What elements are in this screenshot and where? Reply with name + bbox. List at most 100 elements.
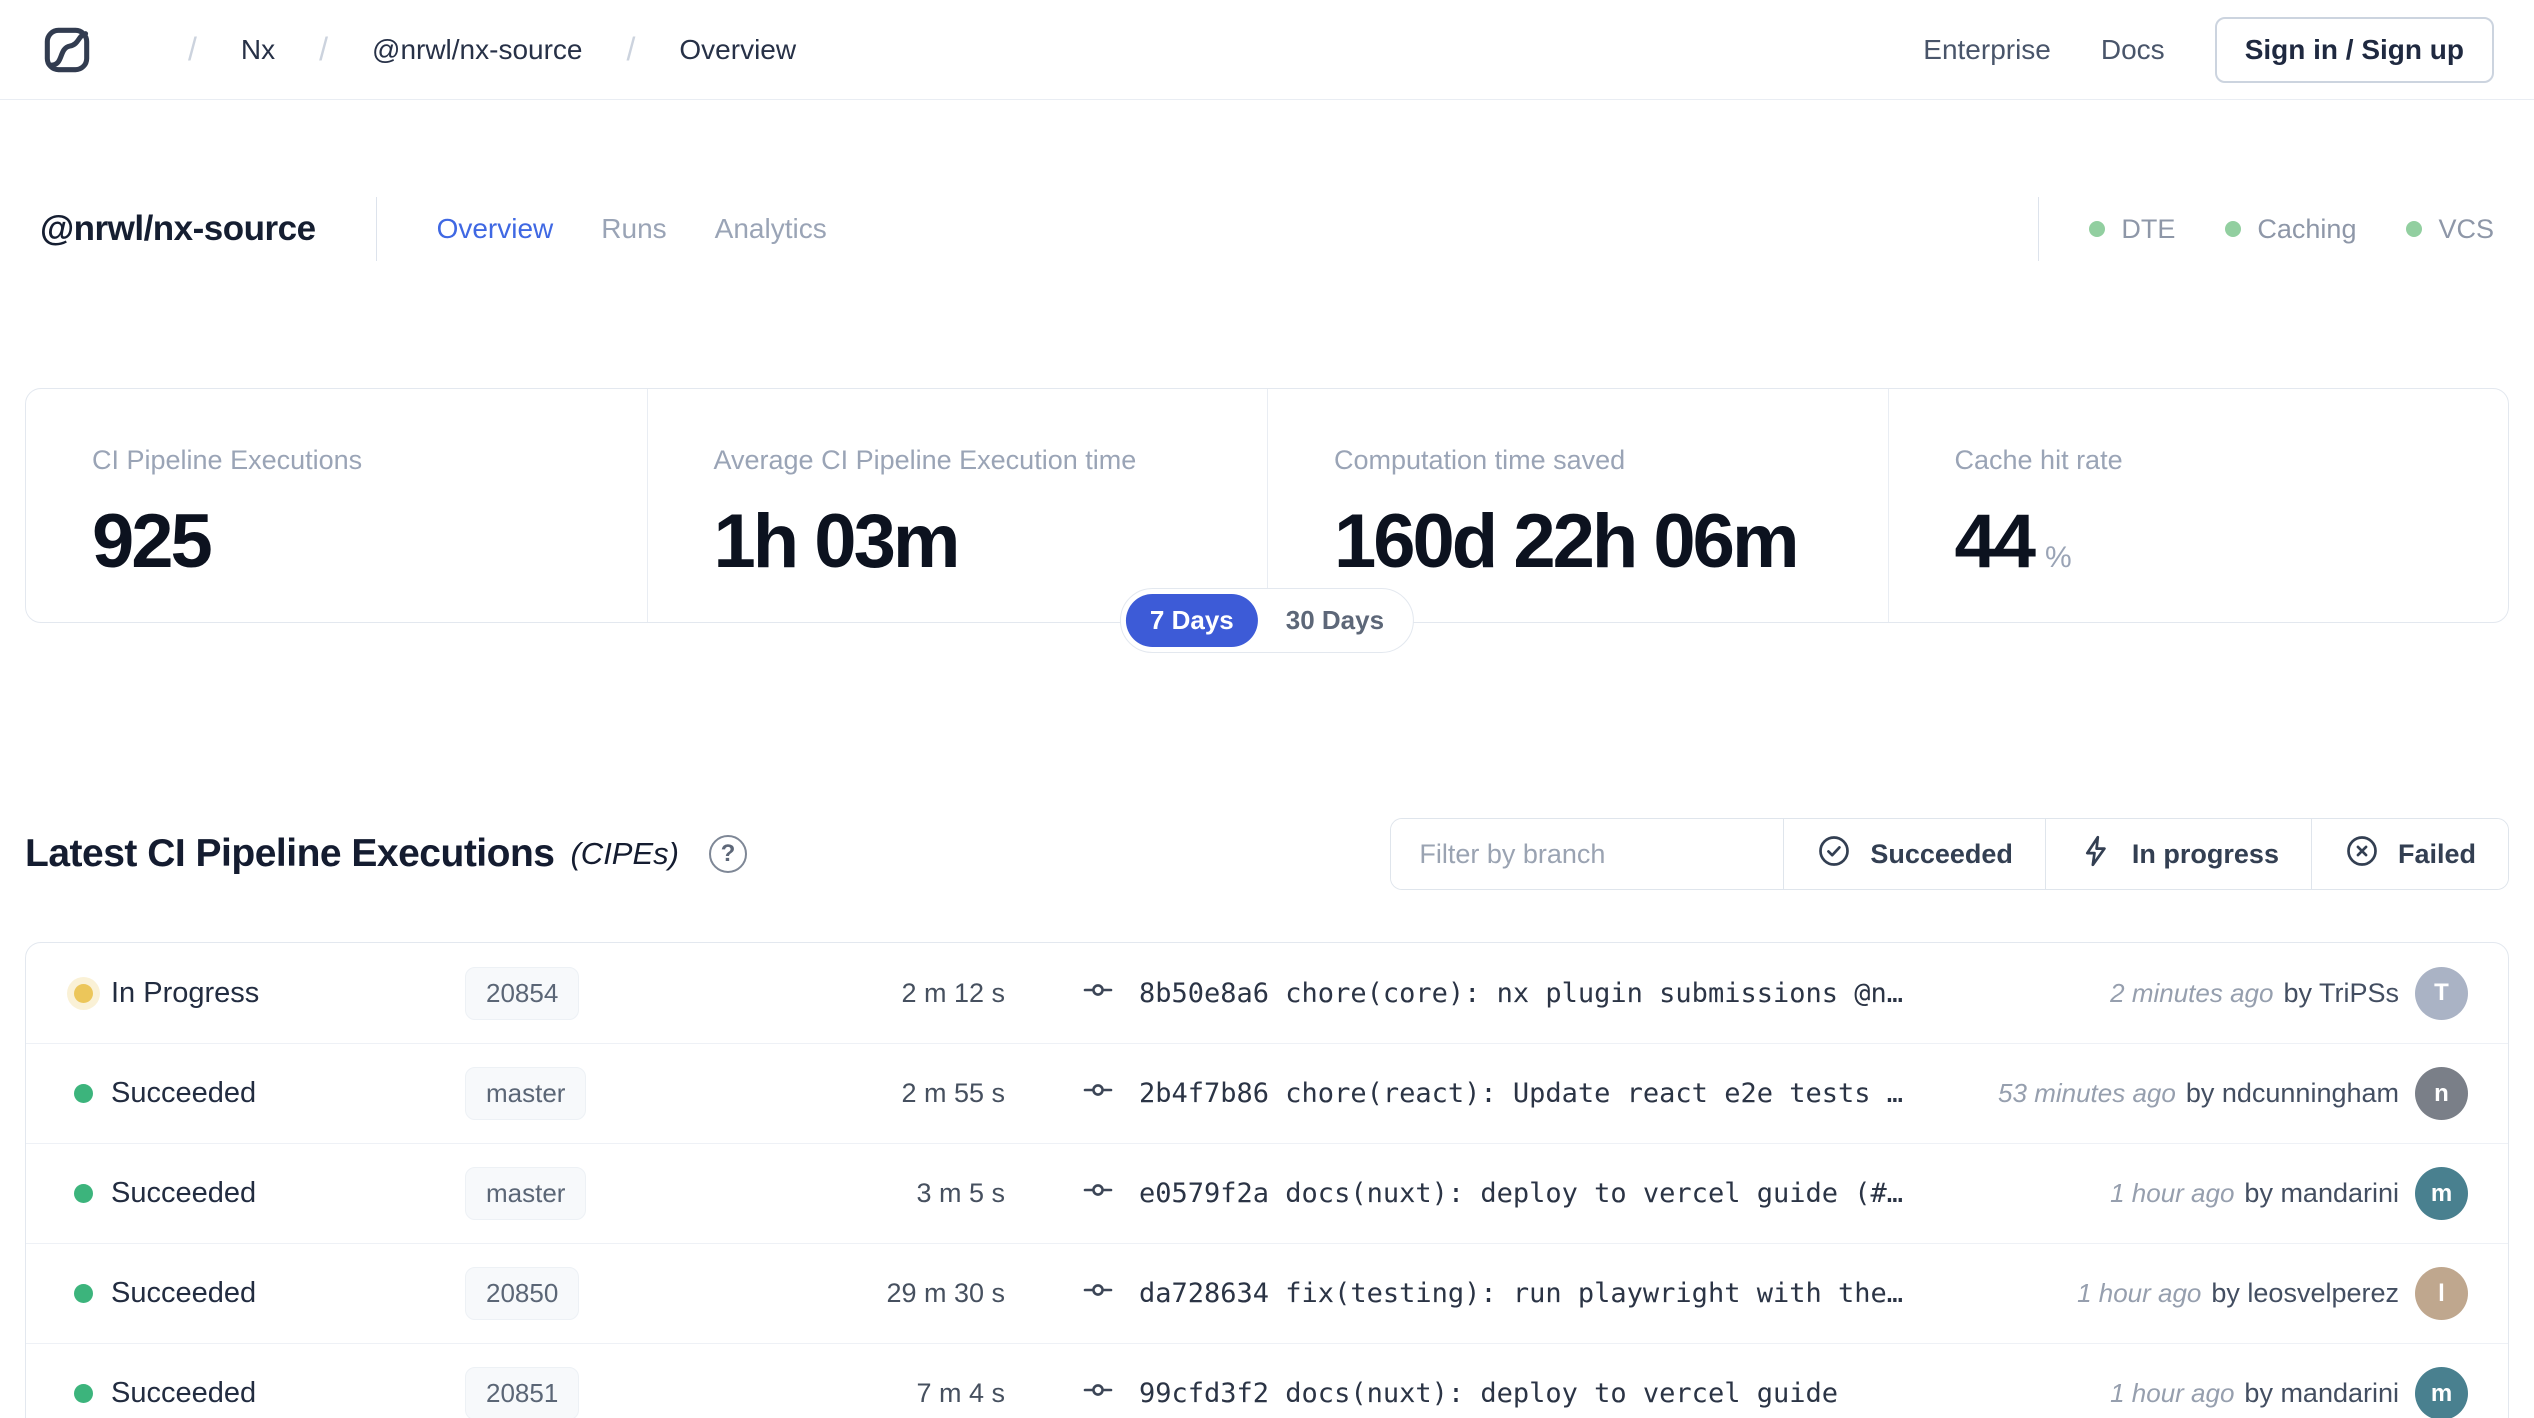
- cipes-header: Latest CI Pipeline Executions (CIPEs) ? …: [25, 818, 2509, 890]
- stat-card: Cache hit rate 44 %: [1888, 389, 2509, 622]
- indicator-label: Caching: [2257, 214, 2356, 245]
- avatar[interactable]: m: [2415, 1367, 2468, 1418]
- filter-in-progress-button[interactable]: In progress: [2045, 819, 2311, 889]
- nx-cloud-logo-icon[interactable]: [40, 23, 94, 77]
- stat-label: Average CI Pipeline Execution time: [714, 445, 1248, 476]
- row-time: 2 minutes ago: [2110, 978, 2273, 1009]
- row-meta: 2 minutes ago by TriPSs T: [2110, 967, 2468, 1020]
- tab-analytics[interactable]: Analytics: [715, 213, 827, 245]
- indicator-dte: DTE: [2089, 214, 2175, 245]
- row-author: by mandarini: [2244, 1178, 2399, 1209]
- row-time: 1 hour ago: [2110, 1178, 2234, 1209]
- breadcrumb-item-repo[interactable]: @nrwl/nx-source: [372, 34, 582, 66]
- commit-message[interactable]: 2b4f7b86 chore(react): Update react e2e …: [1139, 1078, 1903, 1109]
- indicator-caching: Caching: [2225, 214, 2356, 245]
- stats-section: CI Pipeline Executions 925 Average CI Pi…: [25, 388, 2509, 623]
- bolt-icon: [2078, 833, 2114, 876]
- avatar[interactable]: T: [2415, 967, 2468, 1020]
- cipe-table: In Progress 20854 2 m 12 s 8b50e8a6 chor…: [25, 942, 2509, 1418]
- row-status: In Progress: [111, 977, 465, 1010]
- status-dot-icon: [74, 984, 93, 1003]
- row-time: 1 hour ago: [2110, 1378, 2234, 1409]
- signin-button[interactable]: Sign in / Sign up: [2215, 17, 2494, 83]
- branch-column: master: [465, 1067, 855, 1120]
- row-author: by TriPSs: [2283, 978, 2399, 1009]
- breadcrumb-item-page[interactable]: Overview: [679, 34, 796, 66]
- cipes-title-suffix: (CIPEs): [570, 836, 679, 872]
- row-meta: 1 hour ago by leosvelperez l: [2077, 1267, 2468, 1320]
- branch-column: 20854: [465, 967, 855, 1020]
- cipes-filter-bar: Succeeded In progress: [1390, 818, 2509, 890]
- branch-badge[interactable]: 20854: [465, 967, 579, 1020]
- status-dot-icon: [74, 1184, 93, 1203]
- filter-failed-button[interactable]: Failed: [2311, 819, 2508, 889]
- tab-overview[interactable]: Overview: [437, 213, 554, 245]
- row-time: 1 hour ago: [2077, 1278, 2201, 1309]
- green-dot-icon: [2225, 221, 2241, 237]
- avatar[interactable]: m: [2415, 1167, 2468, 1220]
- cipe-row[interactable]: Succeeded 20851 7 m 4 s 99cfd3f2 docs(nu…: [26, 1343, 2508, 1418]
- commit-message[interactable]: e0579f2a docs(nuxt): deploy to vercel gu…: [1139, 1178, 1903, 1209]
- branch-badge[interactable]: master: [465, 1067, 586, 1120]
- cipe-row[interactable]: Succeeded master 2 m 55 s 2b4f7b86 chore…: [26, 1043, 2508, 1143]
- tab-runs[interactable]: Runs: [601, 213, 666, 245]
- commit-message[interactable]: 99cfd3f2 docs(nuxt): deploy to vercel gu…: [1139, 1378, 1838, 1409]
- cipe-row[interactable]: Succeeded 20850 29 m 30 s da728634 fix(t…: [26, 1243, 2508, 1343]
- avatar[interactable]: l: [2415, 1267, 2468, 1320]
- app-window: / Nx / @nrwl/nx-source / Overview Enterp…: [0, 0, 2534, 1418]
- row-status: Succeeded: [111, 1377, 465, 1410]
- indicator-label: VCS: [2438, 214, 2494, 245]
- branch-filter-input[interactable]: [1391, 819, 1783, 889]
- stat-label: CI Pipeline Executions: [92, 445, 627, 476]
- branch-badge[interactable]: master: [465, 1167, 586, 1220]
- filter-succeeded-button[interactable]: Succeeded: [1783, 819, 2045, 889]
- filter-label: In progress: [2132, 839, 2279, 870]
- row-commit: 2b4f7b86 chore(react): Update react e2e …: [1077, 1077, 1903, 1110]
- commit-message[interactable]: da728634 fix(testing): run playwright wi…: [1139, 1278, 1903, 1309]
- cipe-row[interactable]: In Progress 20854 2 m 12 s 8b50e8a6 chor…: [26, 943, 2508, 1043]
- nav-link-docs[interactable]: Docs: [2101, 34, 2165, 66]
- stat-label: Computation time saved: [1334, 445, 1868, 476]
- avatar[interactable]: n: [2415, 1067, 2468, 1120]
- cipes-title: Latest CI Pipeline Executions: [25, 832, 554, 876]
- stat-value: 925: [92, 498, 210, 585]
- range-7-days-button[interactable]: 7 Days: [1126, 594, 1258, 647]
- stat-value: 1h 03m: [714, 498, 958, 585]
- help-icon[interactable]: ?: [709, 835, 747, 873]
- status-dot-icon: [74, 1284, 93, 1303]
- status-dot-icon: [74, 1084, 93, 1103]
- row-author: by leosvelperez: [2211, 1278, 2399, 1309]
- row-commit: da728634 fix(testing): run playwright wi…: [1077, 1277, 1903, 1310]
- breadcrumb: / Nx / @nrwl/nx-source / Overview: [144, 31, 796, 68]
- row-duration: 2 m 55 s: [855, 1078, 1005, 1109]
- row-commit: e0579f2a docs(nuxt): deploy to vercel gu…: [1077, 1177, 1903, 1210]
- range-toggle: 7 Days 30 Days: [1120, 588, 1414, 653]
- commit-message[interactable]: 8b50e8a6 chore(core): nx plugin submissi…: [1139, 978, 1903, 1009]
- filter-label: Succeeded: [1870, 839, 2013, 870]
- range-30-days-button[interactable]: 30 Days: [1262, 594, 1408, 647]
- row-author: by mandarini: [2244, 1378, 2399, 1409]
- branch-column: master: [465, 1167, 855, 1220]
- branch-column: 20851: [465, 1367, 855, 1418]
- stat-card: CI Pipeline Executions 925: [26, 389, 647, 622]
- page-title: @nrwl/nx-source: [40, 209, 316, 249]
- branch-badge[interactable]: 20850: [465, 1267, 579, 1320]
- indicator-vcs: VCS: [2406, 214, 2494, 245]
- status-dot-icon: [74, 1384, 93, 1403]
- page-tabs: Overview Runs Analytics: [437, 213, 827, 245]
- indicator-label: DTE: [2121, 214, 2175, 245]
- git-commit-icon: [1077, 1277, 1119, 1310]
- green-dot-icon: [2089, 221, 2105, 237]
- top-nav: / Nx / @nrwl/nx-source / Overview Enterp…: [0, 0, 2534, 100]
- x-circle-icon: [2344, 833, 2380, 876]
- page-header: @nrwl/nx-source Overview Runs Analytics …: [0, 196, 2534, 262]
- green-dot-icon: [2406, 221, 2422, 237]
- branch-badge[interactable]: 20851: [465, 1367, 579, 1418]
- stat-value: 44: [1955, 498, 2034, 585]
- row-status: Succeeded: [111, 1077, 465, 1110]
- row-meta: 53 minutes ago by ndcunningham n: [1998, 1067, 2468, 1120]
- branch-column: 20850: [465, 1267, 855, 1320]
- breadcrumb-item-workspace[interactable]: Nx: [241, 34, 275, 66]
- nav-link-enterprise[interactable]: Enterprise: [1923, 34, 2051, 66]
- cipe-row[interactable]: Succeeded master 3 m 5 s e0579f2a docs(n…: [26, 1143, 2508, 1243]
